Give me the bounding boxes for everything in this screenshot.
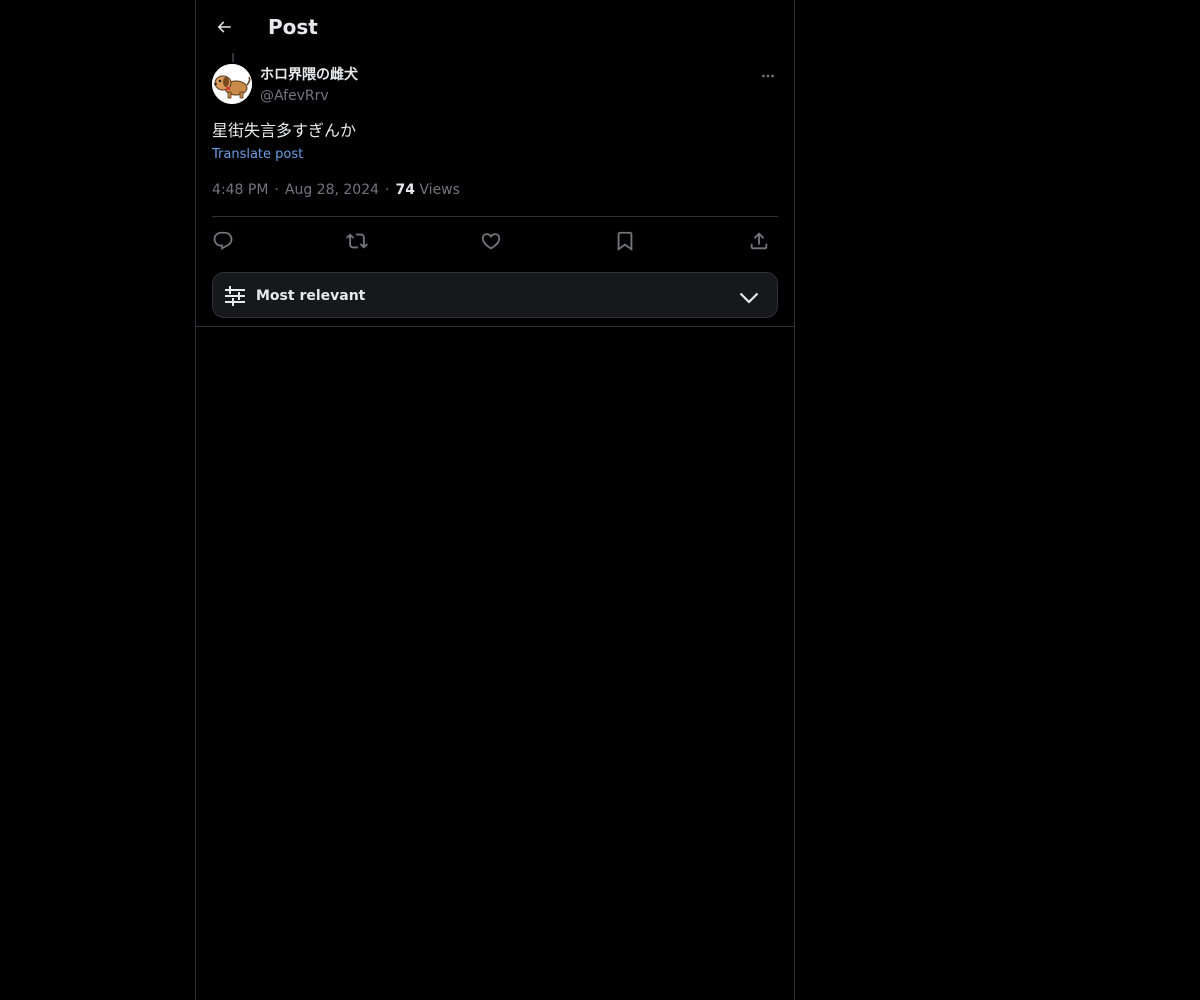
views-label: Views [419, 182, 460, 198]
bookmark-icon [614, 230, 636, 252]
post-meta: 4:48 PM · Aug 28, 2024 · 74 Views [212, 180, 460, 200]
sort-label: Most relevant [256, 288, 366, 304]
translate-post-link[interactable]: Translate post [212, 146, 303, 164]
page-header: Post [196, 0, 794, 53]
section-divider [196, 326, 794, 327]
primary-column: Post ホロ界隈の雌犬 @AfevRrv 星街失言多すぎんか Translat… [195, 0, 795, 1000]
bookmark-button[interactable] [612, 228, 638, 254]
reply-icon [212, 230, 234, 252]
views-count: 74 [395, 182, 415, 198]
share-icon [748, 230, 770, 252]
more-options-button[interactable] [756, 66, 780, 86]
share-button[interactable] [746, 228, 772, 254]
avatar[interactable] [212, 64, 252, 104]
thread-connector-line [232, 53, 234, 62]
reply-button[interactable] [210, 228, 236, 254]
chevron-down-icon [737, 285, 761, 309]
sliders-icon [223, 284, 247, 308]
post-time[interactable]: 4:48 PM [212, 182, 268, 198]
dog-avatar-icon [212, 64, 252, 104]
post-text: 星街失言多すぎんか [212, 121, 357, 140]
divider [212, 216, 778, 217]
meta-separator: · [385, 182, 390, 198]
post-date[interactable]: Aug 28, 2024 [285, 182, 379, 198]
meta-separator: · [274, 182, 279, 198]
page-title: Post [268, 15, 318, 39]
more-icon [760, 68, 776, 84]
heart-icon [480, 230, 502, 252]
author-display-name[interactable]: ホロ界隈の雌犬 [260, 65, 358, 85]
repost-icon [346, 230, 368, 252]
arrow-left-icon [215, 18, 233, 36]
back-button[interactable] [208, 11, 240, 43]
replies-sort-dropdown[interactable]: Most relevant [212, 272, 778, 318]
author-handle[interactable]: @AfevRrv [260, 86, 329, 106]
repost-button[interactable] [344, 228, 370, 254]
action-bar [212, 224, 778, 258]
like-button[interactable] [478, 228, 504, 254]
